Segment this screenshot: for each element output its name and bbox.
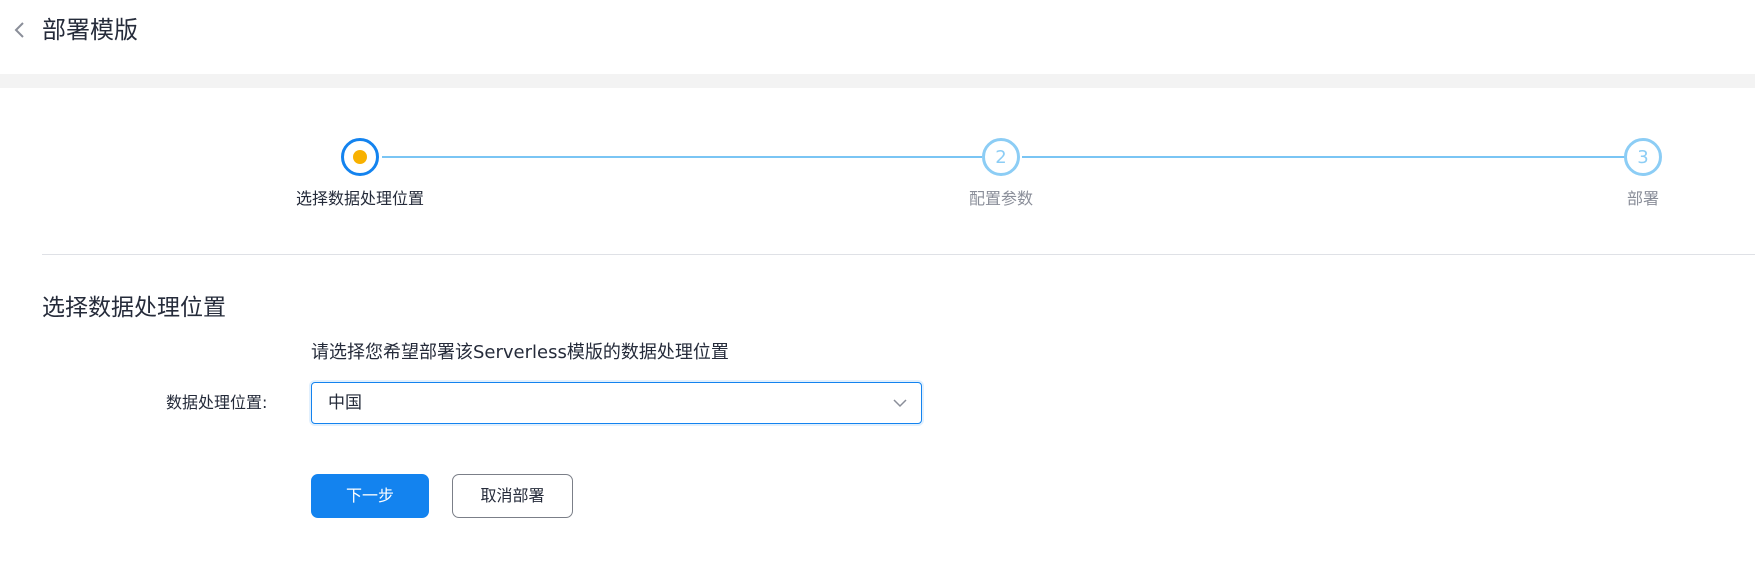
header: 部署模版 [0,0,1755,74]
location-select-value: 中国 [328,393,362,413]
page: 部署模版 选择数据处理位置 2 配置参数 3 部署 选择数据处理位置 请选择您希… [0,0,1755,561]
step-1-label: 选择数据处理位置 [295,189,425,208]
step-connector-2-3 [1022,156,1626,158]
step-active-dot [353,150,367,164]
step-1-indicator [341,138,379,176]
step-2-label: 配置参数 [968,189,1034,208]
step-3-indicator: 3 [1624,138,1662,176]
header-separator [0,74,1755,88]
page-title: 部署模版 [42,16,138,44]
chevron-down-icon [893,399,907,408]
location-select[interactable]: 中国 [311,382,922,424]
back-button[interactable] [10,18,30,42]
location-field-label: 数据处理位置: [166,393,268,412]
divider [42,254,1755,255]
next-step-button[interactable]: 下一步 [311,474,429,518]
section-title: 选择数据处理位置 [42,295,226,321]
back-icon [14,22,24,38]
step-3-number: 3 [1637,146,1649,168]
step-3-label: 部署 [1626,189,1660,208]
step-2-number: 2 [995,146,1007,168]
cancel-deploy-button[interactable]: 取消部署 [452,474,573,518]
step-connector-1-2 [382,156,982,158]
section-hint: 请选择您希望部署该Serverless模版的数据处理位置 [311,342,729,363]
step-2-indicator: 2 [982,138,1020,176]
